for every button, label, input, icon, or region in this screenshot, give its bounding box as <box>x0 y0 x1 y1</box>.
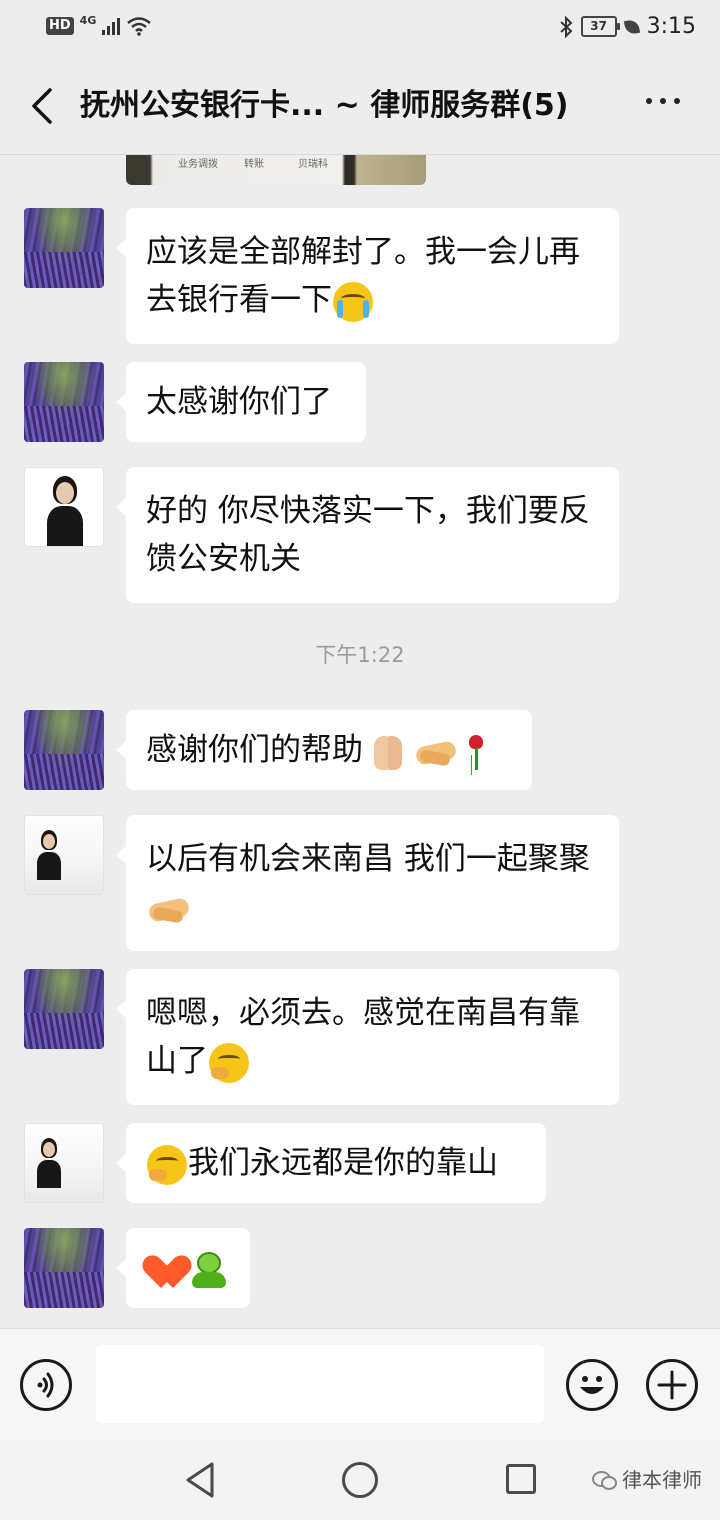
nav-recent-icon[interactable] <box>506 1464 536 1494</box>
network-indicator: 4G <box>79 13 97 27</box>
rose-icon <box>460 732 490 772</box>
nav-back-icon[interactable] <box>182 1460 222 1500</box>
heart-icon <box>147 1250 187 1290</box>
system-nav-bar: 律本律师 <box>0 1440 720 1520</box>
avatar[interactable] <box>24 467 104 547</box>
status-left: HD 4G <box>46 13 152 36</box>
smiley-icon[interactable] <box>566 1359 618 1411</box>
signal-icon <box>102 17 121 35</box>
folded-hands-icon <box>364 732 412 772</box>
message-bubble[interactable]: 感谢你们的帮助 <box>116 710 532 790</box>
plus-icon[interactable] <box>646 1359 698 1411</box>
hand-over-mouth-face-icon <box>209 1042 249 1083</box>
avatar[interactable] <box>24 208 104 288</box>
wifi-icon <box>127 17 152 36</box>
wechat-icon <box>592 1469 617 1490</box>
chat-header: 抚州公安银行卡... ~ 律师服务群(5) <box>0 56 720 155</box>
message-list[interactable]: 业务调拨 转账 贝瑞科 应该是全部解封了。我一会儿再去银行看一下 太感谢你们了 … <box>0 155 720 1328</box>
input-bar <box>0 1328 720 1441</box>
message-bubble[interactable] <box>116 1228 250 1308</box>
avatar[interactable] <box>24 969 104 1049</box>
message-bubble[interactable]: 嗯嗯，必须去。感觉在南昌有靠山了 <box>116 969 619 1105</box>
message-bubble[interactable]: 太感谢你们了 <box>116 362 366 442</box>
frog-icon <box>189 1250 229 1290</box>
crying-face-icon <box>333 281 373 322</box>
avatar[interactable] <box>24 710 104 790</box>
avatar[interactable] <box>24 1123 104 1203</box>
message-bubble[interactable]: 我们永远都是你的靠山 <box>116 1123 546 1203</box>
clock: 3:15 <box>646 14 696 39</box>
handshake-icon <box>414 732 458 772</box>
image-message[interactable]: 业务调拨 转账 贝瑞科 <box>126 155 426 185</box>
battery-icon: 37 <box>580 16 620 37</box>
avatar[interactable] <box>24 362 104 442</box>
message-input[interactable] <box>96 1345 544 1423</box>
power-saving-icon <box>623 18 640 35</box>
avatar[interactable] <box>24 815 104 895</box>
status-right: 37 3:15 <box>559 14 696 39</box>
bluetooth-icon <box>559 15 573 38</box>
watermark: 律本律师 <box>592 1464 702 1493</box>
handshake-icon <box>147 889 191 929</box>
message-bubble[interactable]: 应该是全部解封了。我一会儿再去银行看一下 <box>116 208 619 344</box>
chevron-left-icon[interactable] <box>28 86 64 126</box>
chat-title: 抚州公安银行卡... ~ 律师服务群(5) <box>80 88 569 123</box>
message-bubble[interactable]: 好的 你尽快落实一下，我们要反馈公安机关 <box>116 467 619 603</box>
timestamp: 下午1:22 <box>315 643 405 667</box>
hd-indicator: HD <box>46 17 74 35</box>
message-bubble[interactable]: 以后有机会来南昌 我们一起聚聚 <box>116 815 619 951</box>
hand-over-mouth-face-icon <box>147 1144 187 1185</box>
status-bar: HD 4G 37 3:15 <box>0 0 720 56</box>
nav-home-icon[interactable] <box>342 1462 378 1498</box>
voice-icon[interactable] <box>20 1359 72 1411</box>
avatar[interactable] <box>24 1228 104 1308</box>
more-dots-icon[interactable] <box>642 88 684 114</box>
